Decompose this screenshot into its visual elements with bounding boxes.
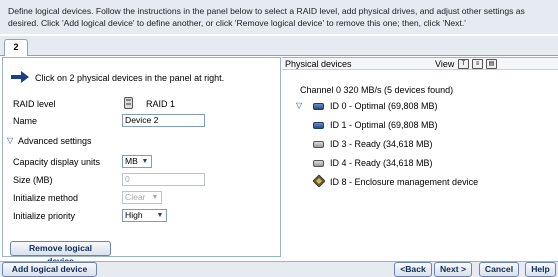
dropdown-arrow-icon: ▼ [151, 194, 159, 201]
remove-logical-device-button[interactable]: Remove logical device [10, 241, 111, 266]
view-tree-icon[interactable]: T [458, 59, 469, 69]
enclosure-icon [312, 174, 326, 189]
dropdown-arrow-icon: ▼ [156, 212, 164, 219]
instruction-hint: Click on 2 physical devices in the panel… [35, 73, 225, 83]
physical-devices-panel: Physical devices View T ≡ ▤ Channel 0 32… [282, 57, 558, 257]
next-button[interactable]: Next > [434, 262, 472, 277]
init-priority-value: High [125, 210, 143, 220]
capacity-units-value: MB [125, 156, 138, 166]
raid-level-value[interactable]: RAID 1 [146, 99, 175, 109]
tab-bar: 2 [0, 36, 558, 56]
init-priority-label: Initialize priority [13, 211, 76, 221]
instructions-line-2: desired. Click 'Add logical device' to d… [8, 18, 466, 28]
capacity-units-label: Capacity display units [13, 157, 101, 167]
chevron-down-icon[interactable]: ▽ [296, 101, 302, 110]
help-button[interactable]: Help [525, 262, 556, 277]
raid-level-label: RAID level [13, 99, 56, 109]
dropdown-arrow-icon: ▼ [141, 158, 149, 165]
cancel-button[interactable]: Cancel [479, 262, 519, 277]
physical-devices-title: Physical devices [285, 59, 352, 69]
capacity-units-select[interactable]: MB ▼ [122, 155, 152, 168]
init-priority-select[interactable]: High ▼ [122, 209, 167, 222]
tab-logical-device-2[interactable]: 2 [4, 39, 28, 56]
drive-optimal-icon [313, 120, 324, 130]
view-details-icon[interactable]: ▤ [486, 59, 497, 69]
advanced-settings-toggle[interactable]: Advanced settings [18, 136, 92, 146]
physical-devices-header: Physical devices View T ≡ ▤ [282, 58, 558, 70]
channel-label: Channel 0 320 MB/s (5 devices found) [300, 85, 454, 95]
size-field[interactable]: 0 [122, 173, 205, 186]
device-id-4[interactable]: ID 4 - Ready (34,618 MB) [330, 158, 433, 168]
back-button[interactable]: <Back [394, 262, 432, 277]
drive-ready-icon [313, 139, 324, 149]
name-label: Name [13, 116, 38, 126]
drive-ready-icon [313, 158, 324, 168]
add-logical-device-button[interactable]: Add logical device [2, 262, 97, 277]
device-id-1[interactable]: ID 1 - Optimal (69,808 MB) [330, 120, 438, 130]
instructions-panel: Define logical devices. Follow the instr… [0, 0, 558, 34]
instructions-line-1: Define logical devices. Follow the instr… [8, 6, 525, 16]
arrow-right-icon [11, 71, 29, 85]
chevron-down-icon[interactable]: ▽ [7, 136, 13, 145]
device-id-3[interactable]: ID 3 - Ready (34,618 MB) [330, 139, 433, 149]
logical-device-panel: Click on 2 physical devices in the panel… [2, 57, 281, 266]
name-field[interactable]: Device 2 [122, 114, 205, 127]
bottom-button-bar: Add logical device <Back Next > Cancel H… [0, 261, 558, 277]
drive-optimal-icon [313, 101, 324, 111]
init-method-select[interactable]: Clear ▼ [122, 191, 162, 204]
view-label: View [435, 59, 455, 69]
init-method-label: Initialize method [13, 193, 79, 203]
size-label: Size (MB) [13, 175, 53, 185]
init-method-value: Clear [125, 192, 146, 202]
view-list-icon[interactable]: ≡ [472, 59, 483, 69]
device-id-0[interactable]: ID 0 - Optimal (69,808 MB) [330, 101, 438, 111]
raid-level-icon[interactable] [124, 97, 133, 111]
device-id-8[interactable]: ID 8 - Enclosure management device [330, 177, 478, 187]
